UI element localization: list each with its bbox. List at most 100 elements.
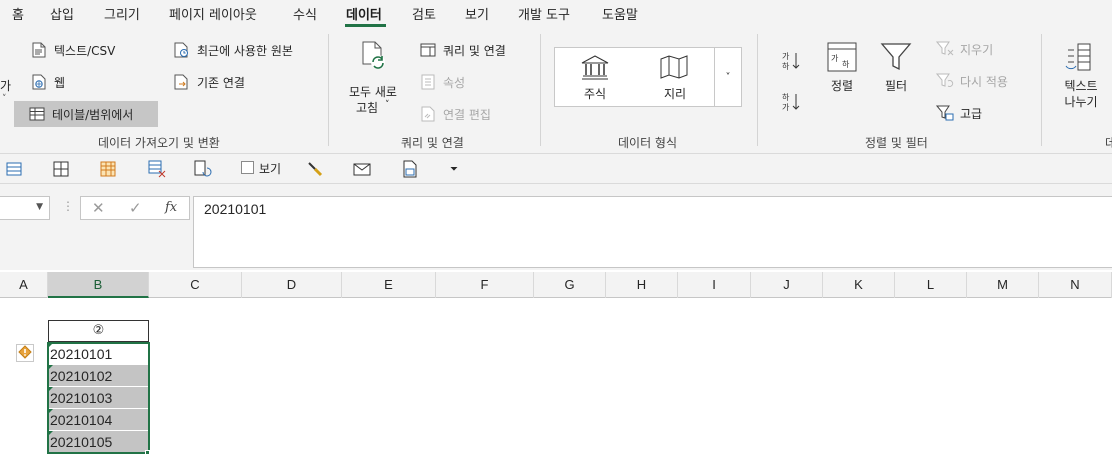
column-header-c[interactable]: C [149, 272, 242, 298]
column-header-n[interactable]: N [1039, 272, 1112, 298]
text-to-columns-label-1: 텍스트 [1064, 79, 1098, 93]
chevron-down-icon[interactable]: ▼ [36, 202, 43, 212]
quick-access-toolbar: 보기 ⏷ [0, 154, 1112, 184]
tab-review[interactable]: 검토 [412, 4, 436, 23]
text-file-icon [30, 41, 48, 59]
table-icon [28, 105, 46, 123]
edit-links-icon [419, 105, 437, 123]
filter-label: 필터 [884, 79, 908, 93]
formula-bar-grip-icon[interactable]: ⋮ [62, 199, 74, 213]
ribbon-tabs: 홈 삽입 그리기 페이지 레이아웃 수식 데이터 검토 보기 개발 도구 도움말 [0, 0, 1112, 28]
tab-help[interactable]: 도움말 [602, 4, 638, 23]
cell-b5[interactable]: 20210103 [48, 387, 149, 409]
existing-connections-label: 기존 연결 [197, 75, 245, 90]
svg-text:가: 가 [782, 103, 790, 112]
cell-value: 20210105 [50, 434, 113, 450]
group-label-data-tools: 데 [1105, 136, 1112, 150]
properties-icon [419, 73, 437, 91]
tab-home[interactable]: 홈 [12, 4, 24, 23]
gallery-expand-button[interactable]: ˅ [714, 48, 741, 106]
confirm-icon[interactable]: ✓ [129, 199, 142, 217]
sort-button[interactable]: 가하 정렬 [822, 42, 862, 112]
error-triangle-icon [48, 409, 53, 414]
fill-handle[interactable] [145, 450, 150, 455]
from-text-csv-button[interactable]: 텍스트/CSV [30, 39, 115, 61]
text-to-columns-icon [1064, 42, 1094, 75]
text-to-columns-label-2: 나누기 [1064, 95, 1098, 109]
column-header-g[interactable]: G [534, 272, 606, 298]
cancel-icon[interactable]: ✕ [92, 199, 105, 217]
name-box[interactable]: ▼ [0, 196, 50, 220]
tab-view[interactable]: 보기 [465, 4, 489, 23]
tab-draw[interactable]: 그리기 [104, 4, 140, 23]
text-to-columns-button[interactable]: 텍스트 나누기 [1060, 42, 1104, 112]
properties-button[interactable]: 속성 [419, 71, 465, 93]
column-header-i[interactable]: I [678, 272, 751, 298]
tab-page-layout[interactable]: 페이지 레이아웃 [169, 4, 257, 23]
reapply-filter-label: 다시 적용 [960, 74, 1008, 89]
delete-table-icon[interactable] [147, 159, 167, 179]
recent-sources-button[interactable]: 최근에 사용한 원본 [173, 39, 293, 61]
tab-formulas[interactable]: 수식 [293, 4, 317, 23]
chevron-down-icon[interactable]: ˅ [2, 94, 7, 104]
properties-label: 속성 [443, 75, 466, 90]
column-header-f[interactable]: F [436, 272, 534, 298]
clear-filter-button[interactable]: 지우기 [936, 38, 993, 60]
bank-icon [580, 54, 610, 83]
cell-b3[interactable]: 20210101 [48, 343, 149, 365]
filter-button[interactable]: 필터 [876, 42, 916, 112]
svg-text:가: 가 [831, 54, 839, 63]
from-text-csv-label: 텍스트/CSV [54, 43, 116, 58]
column-header-h[interactable]: H [606, 272, 678, 298]
column-header-k[interactable]: K [823, 272, 895, 298]
refresh-table-icon[interactable] [193, 159, 213, 179]
format-painter-icon[interactable] [305, 159, 325, 179]
sort-descending-button[interactable]: 하가 [780, 91, 804, 115]
edit-links-button[interactable]: 연결 편집 [419, 103, 491, 125]
column-header-a[interactable]: A [0, 272, 48, 298]
tab-insert[interactable]: 삽입 [50, 4, 74, 23]
column-header-j[interactable]: J [751, 272, 823, 298]
tab-data[interactable]: 데이터 [346, 4, 382, 23]
column-header-d[interactable]: D [242, 272, 342, 298]
insert-function-icon[interactable]: fx [165, 200, 177, 215]
refresh-all-label-1: 모두 새로 [349, 85, 397, 99]
view-checkbox[interactable] [241, 161, 254, 174]
queries-connections-button[interactable]: 쿼리 및 연결 [419, 39, 506, 61]
sort-ascending-button[interactable]: 가하 [780, 50, 804, 74]
column-headers: A B C D E F G H I J K L M N [0, 272, 1112, 298]
web-page-icon [30, 73, 48, 91]
recent-sources-label: 최근에 사용한 원본 [197, 43, 293, 58]
sort-descending-icon: 하가 [780, 92, 802, 116]
geography-data-type-button[interactable]: 지리 [635, 48, 715, 106]
column-header-e[interactable]: E [342, 272, 436, 298]
column-header-l[interactable]: L [895, 272, 967, 298]
envelope-icon[interactable] [352, 159, 372, 179]
reapply-filter-icon [936, 72, 954, 90]
cell-b6[interactable]: 20210104 [48, 409, 149, 431]
convert-table-icon[interactable] [4, 159, 24, 179]
refresh-all-button[interactable]: 모두 새로 고침 ˅ [345, 38, 401, 122]
cell-b7[interactable]: 20210105 [48, 431, 149, 453]
format-table-icon[interactable] [98, 159, 118, 179]
get-data-partial-label[interactable]: 가 [0, 77, 11, 94]
all-borders-icon[interactable] [51, 159, 71, 179]
advanced-filter-button[interactable]: 고급 [936, 102, 982, 124]
send-mail-icon[interactable] [400, 159, 420, 179]
from-table-range-button[interactable]: 테이블/범위에서 [14, 101, 158, 127]
reapply-filter-button[interactable]: 다시 적용 [936, 70, 1008, 92]
customize-toolbar-icon[interactable]: ⏷ [444, 159, 464, 179]
column-header-m[interactable]: M [967, 272, 1039, 298]
existing-connections-button[interactable]: 기존 연결 [173, 71, 245, 93]
formula-input[interactable]: 20210101 [193, 196, 1112, 268]
cell-b4[interactable]: 20210102 [48, 365, 149, 387]
header-cell[interactable]: ② [48, 320, 149, 342]
from-web-button[interactable]: 웹 [30, 71, 65, 93]
chevron-down-icon: ˅ [385, 100, 390, 110]
tab-developer[interactable]: 개발 도구 [518, 4, 570, 23]
queries-pane-icon [419, 41, 437, 59]
stocks-data-type-button[interactable]: 주식 [555, 48, 635, 106]
error-indicator-button[interactable] [16, 344, 34, 362]
column-header-b[interactable]: B [48, 272, 149, 298]
svg-text:하: 하 [782, 92, 790, 102]
